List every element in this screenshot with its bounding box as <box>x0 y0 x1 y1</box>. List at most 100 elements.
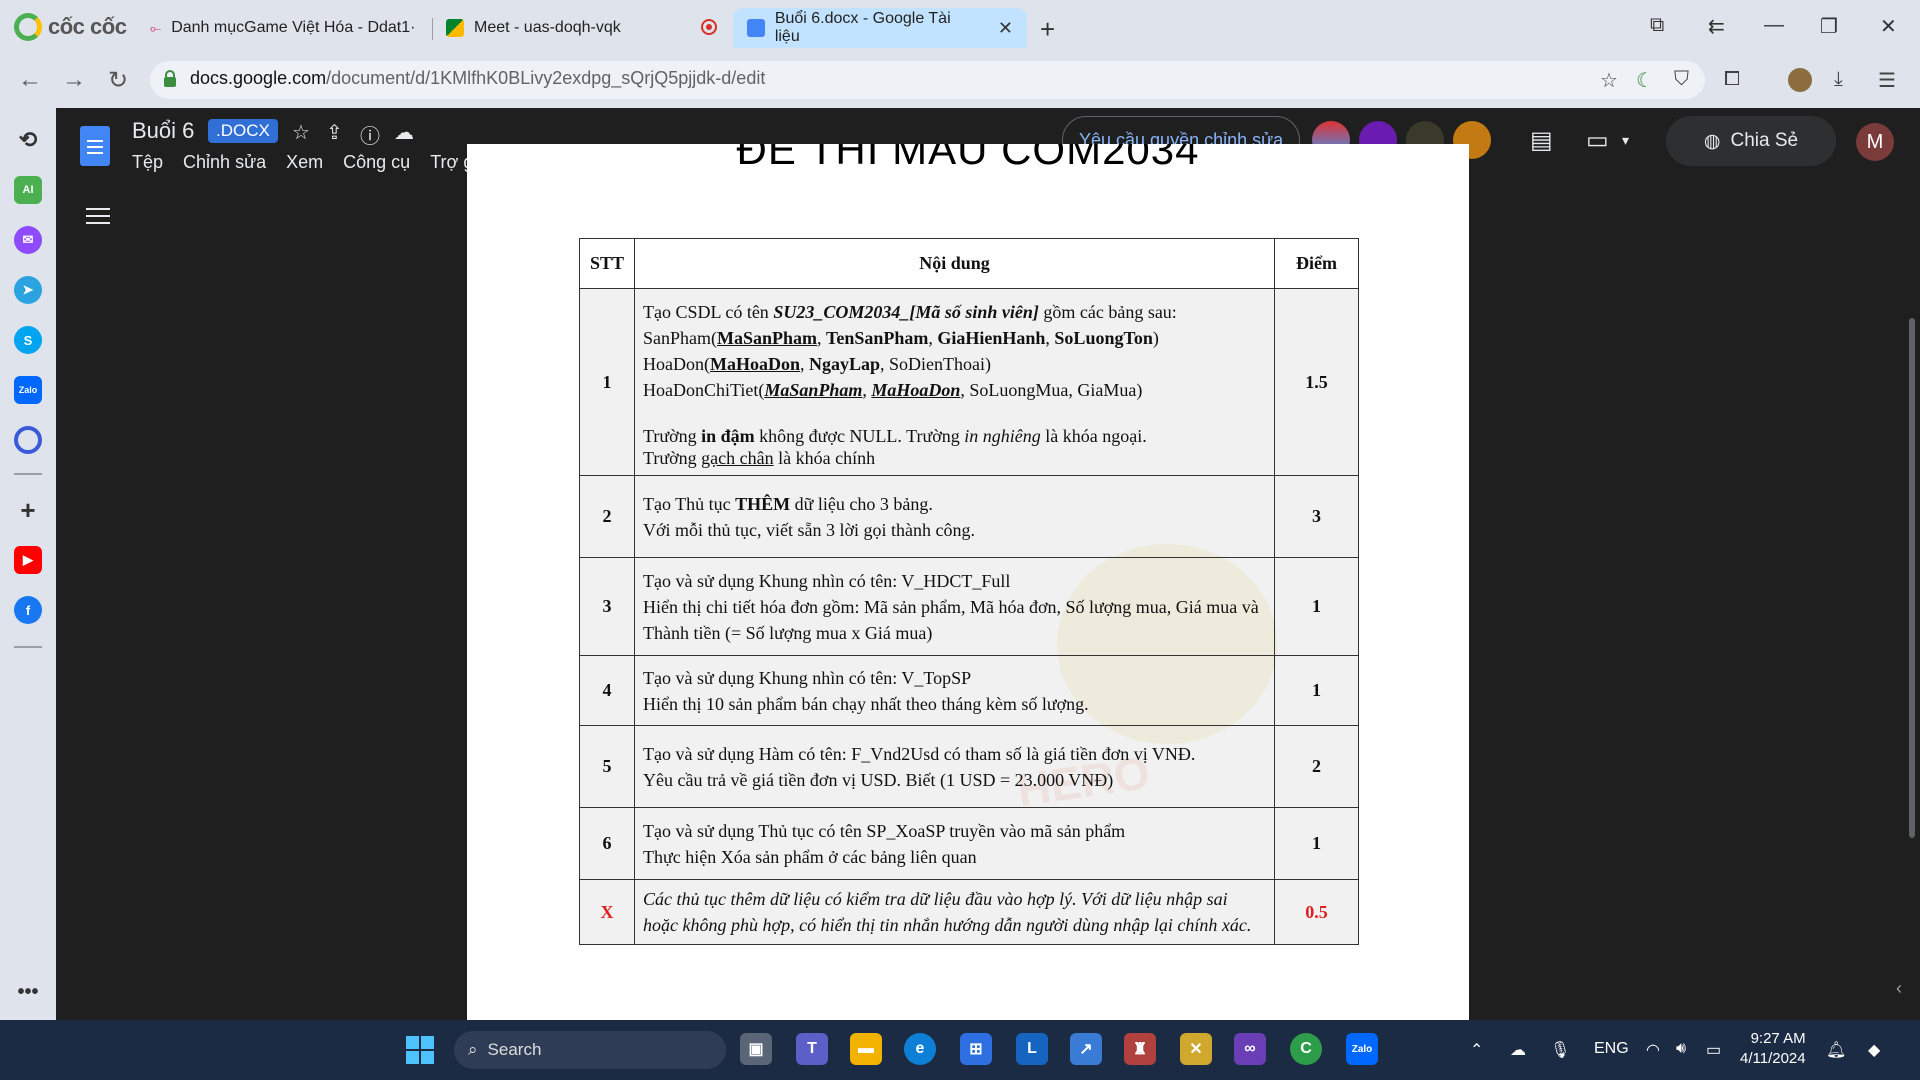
menu-edit[interactable]: Chỉnh sửa <box>183 152 266 173</box>
row-stt: 1 <box>579 288 635 476</box>
content-line: Với mỗi thủ tục, viết sẵn 3 lời gọi thàn… <box>643 519 975 540</box>
cloud-status-icon[interactable]: ☁ <box>394 120 414 145</box>
zalo-icon[interactable]: Zalo <box>14 376 42 404</box>
facebook-icon[interactable]: f <box>14 596 42 624</box>
dark-mode-icon[interactable]: ☾ <box>1636 68 1654 93</box>
app-l-icon[interactable]: L <box>1016 1033 1048 1065</box>
reload-button[interactable]: ↻ <box>108 66 128 95</box>
menu-tools[interactable]: Công cụ <box>343 152 410 173</box>
profile-avatar[interactable] <box>1788 68 1812 92</box>
user-avatar[interactable]: M <box>1856 123 1894 161</box>
language-indicator[interactable]: ENG <box>1594 1040 1629 1058</box>
share-button[interactable]: ◍ Chia Sẻ <box>1666 116 1836 166</box>
close-window-button[interactable]: ✕ <box>1880 14 1897 39</box>
youtube-icon[interactable]: ▶ <box>14 546 42 574</box>
skype-icon[interactable]: S <box>14 326 42 354</box>
system-clock[interactable]: 9:27 AM 4/11/2024 <box>1740 1029 1806 1069</box>
messenger-icon[interactable]: ✉ <box>14 226 42 254</box>
star-icon[interactable]: ☆ <box>292 120 310 145</box>
content-line: Hiển thị 10 sản phẩm bán chạy nhất theo … <box>643 693 1089 714</box>
table-row: X Các thủ tục thêm dữ liệu có kiểm tra d… <box>579 879 1359 945</box>
more-icon[interactable]: ••• <box>14 978 42 1006</box>
document-page[interactable]: ĐỀ THI MẪU COM2034 HERO STT Nội dung Điể… <box>467 144 1469 1020</box>
browser-brand-name: cốc cốc <box>48 14 127 39</box>
tab-title: Danh mụcGame Việt Hóa - Ddat1· <box>171 19 416 36</box>
docs-icon <box>747 19 765 37</box>
copilot-icon[interactable]: ◆ <box>1868 1040 1880 1060</box>
telegram-icon[interactable]: ➤ <box>14 276 42 304</box>
info-icon[interactable]: ⓘ <box>360 120 380 149</box>
tab-google-docs[interactable]: Buổi 6.docx - Google Tài liệu ✕ <box>733 8 1027 48</box>
back-button[interactable]: ← <box>18 66 42 94</box>
taskbar-search[interactable]: ⌕ Search <box>454 1031 726 1069</box>
row-content: Tạo và sử dụng Hàm có tên: F_Vnd2Usd có … <box>634 725 1275 808</box>
menu-view[interactable]: Xem <box>286 152 323 173</box>
minimize-button[interactable]: — <box>1764 14 1784 37</box>
volume-icon[interactable]: 🔊︎ <box>1676 1040 1686 1058</box>
tab-meet[interactable]: Meet - uas-doqh-vqk <box>432 8 635 48</box>
meet-video-icon[interactable]: ▭ <box>1586 126 1609 155</box>
store-icon[interactable]: ⊞ <box>960 1033 992 1065</box>
row-stt: 3 <box>579 557 635 656</box>
document-title[interactable]: Buổi 6 <box>132 118 194 144</box>
file-explorer-icon[interactable]: ▬ <box>850 1033 882 1065</box>
row-content: Tạo và sử dụng Khung nhìn có tên: V_TopS… <box>634 655 1275 726</box>
extensions-icon[interactable]: ⧠ <box>1724 68 1740 91</box>
history-icon[interactable]: ⟲ <box>14 126 42 154</box>
tray-chevron-up-icon[interactable]: ⌃ <box>1470 1040 1483 1060</box>
browser-brand[interactable]: cốc cốc <box>14 12 127 42</box>
row-content: Tạo CSDL có tên SU23_COM2034_[Mã số sinh… <box>634 288 1275 476</box>
comments-icon[interactable]: ▤ <box>1530 126 1553 155</box>
browser-menu-icon[interactable]: ☰ <box>1878 68 1896 93</box>
tab-game-viet-hoa[interactable]: ⟜ Danh mụcGame Việt Hóa - Ddat1· <box>136 8 429 48</box>
vertical-scrollbar[interactable] <box>1909 318 1915 838</box>
teams-icon[interactable]: T <box>796 1033 828 1065</box>
document-outline-icon[interactable] <box>86 208 110 228</box>
chevron-left-icon[interactable]: ‹ <box>1896 978 1902 999</box>
cloud-offline-icon[interactable]: ☁ <box>1510 1040 1526 1060</box>
shield-icon[interactable]: ⛉ <box>1674 68 1689 91</box>
row-stt: 5 <box>579 725 635 808</box>
content-line: SanPham(MaSanPham, TenSanPham, GiaHienHa… <box>643 328 1159 348</box>
visual-studio-icon[interactable]: ∞ <box>1234 1033 1266 1065</box>
header-stt: STT <box>579 238 635 289</box>
row-content: Các thủ tục thêm dữ liệu có kiểm tra dữ … <box>634 879 1275 945</box>
battery-icon[interactable]: ▭ <box>1706 1040 1721 1060</box>
screenshot-icon[interactable]: ⧉ <box>1650 14 1664 37</box>
docs-logo-icon[interactable] <box>80 126 110 166</box>
content-line: Các thủ tục thêm dữ liệu có kiểm tra dữ … <box>643 889 1252 935</box>
rail-divider <box>14 646 42 648</box>
task-view-icon[interactable]: ▣ <box>740 1033 772 1065</box>
download-icon[interactable]: ⤓ <box>1834 68 1843 91</box>
menu-file[interactable]: Tệp <box>132 152 163 173</box>
coccoc-taskbar-icon[interactable]: C <box>1290 1033 1322 1065</box>
forward-button[interactable]: → <box>62 66 86 94</box>
app-design-icon[interactable]: ↗ <box>1070 1033 1102 1065</box>
back-forward-list-icon[interactable]: ⇇ <box>1708 14 1725 39</box>
close-tab-icon[interactable]: ✕ <box>998 18 1013 39</box>
bookmark-star-icon[interactable]: ☆ <box>1600 68 1618 93</box>
notifications-icon[interactable]: 🔔︎ <box>1826 1040 1846 1060</box>
add-app-icon[interactable]: + <box>14 495 42 525</box>
zalo-taskbar-icon[interactable]: Zalo <box>1346 1033 1378 1065</box>
chevron-down-icon[interactable]: ▾ <box>1622 132 1629 149</box>
wifi-icon[interactable]: ◠ <box>1646 1040 1660 1060</box>
app-game-icon[interactable]: ♜ <box>1124 1033 1156 1065</box>
restore-button[interactable]: ❐ <box>1820 14 1838 39</box>
ai-assistant-icon[interactable]: AI <box>14 176 42 204</box>
row-score: 1 <box>1274 557 1359 656</box>
header-score: Điểm <box>1274 238 1359 289</box>
tab-strip: cốc cốc ⟜ Danh mụcGame Việt Hóa - Ddat1·… <box>0 0 1920 56</box>
windows-start-icon[interactable] <box>406 1036 434 1064</box>
microphone-icon[interactable]: 🎙︎ <box>1550 1040 1570 1060</box>
move-to-drive-icon[interactable]: ⇪ <box>326 120 343 145</box>
app-tools-icon[interactable]: ✕ <box>1180 1033 1212 1065</box>
lock-icon[interactable] <box>162 70 178 88</box>
table-row: 5 Tạo và sử dụng Hàm có tên: F_Vnd2Usd c… <box>579 725 1359 808</box>
url-text[interactable]: docs.google.com/document/d/1KMlfhK0BLivy… <box>190 68 765 89</box>
new-tab-button[interactable]: + <box>1040 14 1055 45</box>
row-stt: 2 <box>579 475 635 558</box>
edge-icon[interactable]: e <box>904 1033 936 1065</box>
search-lens-icon[interactable] <box>14 426 42 454</box>
row-content: Tạo và sử dụng Khung nhìn có tên: V_HDCT… <box>634 557 1275 656</box>
